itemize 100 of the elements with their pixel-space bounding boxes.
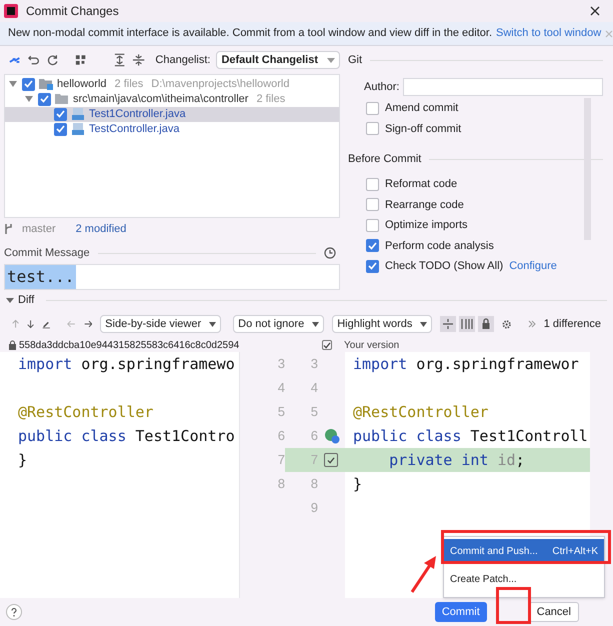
version-label: Your version: [344, 338, 400, 352]
switch-link[interactable]: Switch to tool window: [496, 25, 602, 42]
node-name: Test1Controller.java: [89, 107, 186, 122]
menu-item[interactable]: Commit and Push... Ctrl+Alt+K: [444, 539, 604, 563]
branch-label: master: [22, 222, 56, 237]
highlight-dropdown[interactable]: Highlight words: [332, 315, 432, 333]
undo-icon[interactable]: [27, 53, 40, 68]
code-line: import org.springframewor: [353, 354, 579, 375]
changelist-dropdown[interactable]: Default Changelist: [216, 51, 340, 70]
tree-row[interactable]: helloworld 2 files D:\mavenprojects\helloworld: [5, 76, 339, 92]
checkbox[interactable]: [54, 108, 67, 121]
line-number: 8: [310, 475, 318, 494]
ignore-dropdown[interactable]: Do not ignore: [233, 315, 324, 333]
line-number: 7: [276, 451, 285, 470]
module-icon: [39, 78, 53, 90]
caret-icon: [326, 58, 335, 63]
caret-icon: [312, 322, 320, 326]
menu-item[interactable]: Create Patch...: [444, 567, 604, 591]
close-icon[interactable]: [589, 5, 601, 17]
changelist-label: Changelist:: [155, 53, 210, 68]
option-label: Optimize imports: [385, 218, 468, 233]
refresh-icon[interactable]: [46, 53, 60, 68]
sync-scroll-icon[interactable]: [459, 316, 476, 332]
checkbox[interactable]: [366, 260, 379, 273]
check-icon: [323, 342, 331, 348]
check-icon: [327, 456, 335, 464]
history-icon[interactable]: [324, 247, 336, 260]
option-label: Rearrange code: [385, 198, 464, 212]
section-label: Git: [348, 52, 362, 68]
code-line: public class Test1Controll: [353, 426, 588, 447]
section-label: Before Commit: [348, 152, 422, 167]
code-line: import org.springframewo: [18, 354, 235, 375]
modified-link[interactable]: 2 modified: [76, 220, 126, 238]
cancel-button[interactable]: Cancel: [528, 602, 579, 622]
checkbox[interactable]: [54, 122, 67, 136]
line-number: 5: [276, 403, 285, 422]
more-icon[interactable]: [528, 320, 536, 328]
line-number: 6: [310, 427, 318, 446]
expand-all-icon[interactable]: [112, 53, 126, 68]
help-button[interactable]: [6, 604, 22, 620]
code-line: private int id;: [388, 450, 525, 471]
configure-link[interactable]: Configure: [509, 258, 557, 274]
checkbox[interactable]: [22, 78, 35, 91]
checkbox[interactable]: [366, 178, 379, 191]
node-name: helloworld: [57, 77, 107, 92]
question-mark-icon: [11, 608, 17, 616]
tree-row[interactable]: TestController.java: [5, 122, 339, 137]
line-number: 6: [276, 427, 285, 446]
app-logo-icon: [4, 4, 18, 18]
viewer-dropdown[interactable]: Side-by-side viewer: [100, 315, 222, 333]
code-line: }: [353, 474, 362, 495]
code-line: @RestController: [353, 402, 488, 423]
scrollbar[interactable]: [584, 98, 591, 240]
commit-message-field[interactable]: test...: [4, 264, 340, 290]
checkbox[interactable]: [324, 453, 338, 467]
author-field[interactable]: [403, 78, 603, 96]
option-label: Reformat code: [385, 177, 458, 192]
collapse-arrow-icon[interactable]: [6, 296, 14, 304]
checkbox[interactable]: [38, 92, 51, 106]
line-number: 5: [310, 403, 318, 422]
collapse-all-icon[interactable]: [132, 53, 146, 68]
expand-arrow-icon[interactable]: [25, 96, 34, 102]
caret-icon: [209, 322, 216, 326]
tree-row[interactable]: src\main\java\com\itheima\controller 2 files: [5, 92, 339, 107]
line-number: 8: [276, 475, 285, 494]
line-number: 3: [310, 355, 318, 374]
checkbox[interactable]: [366, 102, 379, 115]
author-label: Author:: [364, 80, 400, 95]
expand-arrow-icon[interactable]: [9, 81, 18, 88]
right-arrow-icon[interactable]: [84, 319, 92, 329]
revision-hash: 558da3ddcba10e944315825583c6416c8c0d2594: [19, 338, 240, 352]
section-label: Commit Message: [4, 246, 90, 262]
node-path: D:\mavenprojects\helloworld: [151, 77, 290, 92]
settings-icon[interactable]: [502, 318, 512, 330]
checkbox[interactable]: [366, 198, 379, 212]
line-number: 3: [276, 355, 285, 374]
include-checkbox[interactable]: [322, 340, 332, 350]
collapse-lines-icon[interactable]: [440, 316, 456, 332]
line-number: 4: [276, 379, 285, 398]
commit-button[interactable]: Commit: [434, 602, 487, 622]
line-number: 4: [310, 379, 318, 398]
checkbox[interactable]: [366, 122, 379, 136]
line-number: 9: [310, 499, 318, 518]
node-name: src\main\java\com\itheima\controller: [73, 92, 248, 108]
option-label: Perform code analysis: [385, 238, 494, 254]
node-name: TestController.java: [89, 122, 180, 138]
group-icon[interactable]: [74, 53, 87, 68]
code-line: }: [18, 450, 28, 471]
up-arrow-icon[interactable]: [12, 318, 20, 330]
checkbox[interactable]: [366, 218, 379, 232]
java-file-icon: [71, 107, 85, 122]
line-number: 7: [310, 451, 318, 470]
lock-icon: [8, 340, 17, 350]
file-count: 2 files: [256, 92, 286, 108]
code-line: @RestController: [18, 402, 154, 423]
lock-icon[interactable]: [478, 316, 494, 332]
window-title: Commit Changes: [26, 3, 120, 20]
tree-row[interactable]: Test1Controller.java: [5, 106, 339, 122]
down-arrow-icon[interactable]: [27, 318, 34, 330]
checkbox[interactable]: [366, 239, 379, 252]
